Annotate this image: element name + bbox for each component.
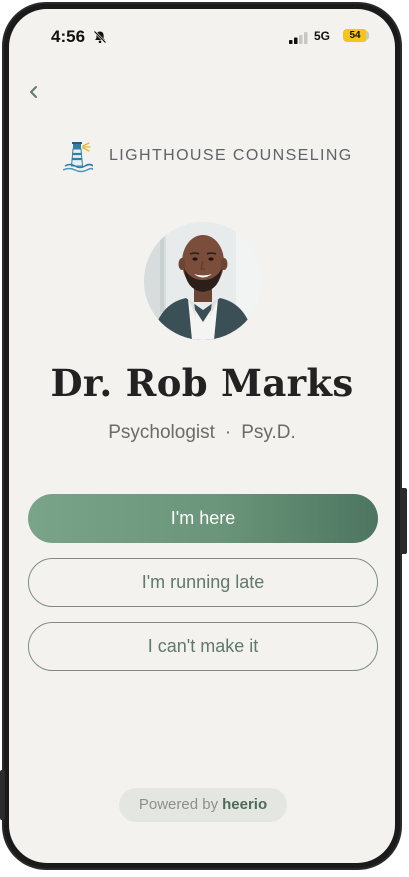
side-button bbox=[0, 770, 5, 820]
provider-role: Psychologist bbox=[108, 422, 215, 443]
lighthouse-icon bbox=[62, 140, 94, 174]
network-type: 5G bbox=[314, 29, 331, 43]
provider-name: Dr. Rob Marks bbox=[50, 361, 354, 405]
powered-by-brand: heerio bbox=[222, 796, 268, 813]
app-screen: 4:56 5G 54 LIGHTHOUSE COUNSELING Dr. Rob… bbox=[9, 9, 395, 863]
provider-subtitle: Psychologist · Psy.D. bbox=[9, 422, 395, 444]
status-time: 4:56 bbox=[51, 27, 86, 46]
powered-by-label: Powered by bbox=[138, 796, 219, 813]
cant-make-it-button[interactable]: I can't make it bbox=[28, 622, 378, 671]
bell-slash-icon bbox=[93, 30, 107, 49]
im-here-button[interactable]: I'm here bbox=[28, 494, 378, 543]
separator-dot: · bbox=[224, 422, 232, 443]
side-button bbox=[400, 488, 407, 554]
signal-bars-icon bbox=[289, 31, 309, 49]
running-late-button[interactable]: I'm running late bbox=[28, 558, 378, 607]
chevron-left-icon bbox=[30, 86, 37, 98]
status-bar: 4:56 5G 54 bbox=[9, 9, 395, 61]
battery-level: 54 bbox=[343, 29, 367, 42]
avatar bbox=[144, 222, 262, 340]
battery-cap bbox=[366, 31, 369, 40]
brand-name: LIGHTHOUSE COUNSELING bbox=[109, 147, 353, 164]
powered-by-badge[interactable]: Powered by heerio bbox=[119, 788, 287, 822]
provider-credential: Psy.D. bbox=[241, 422, 296, 443]
back-button[interactable] bbox=[23, 81, 45, 103]
